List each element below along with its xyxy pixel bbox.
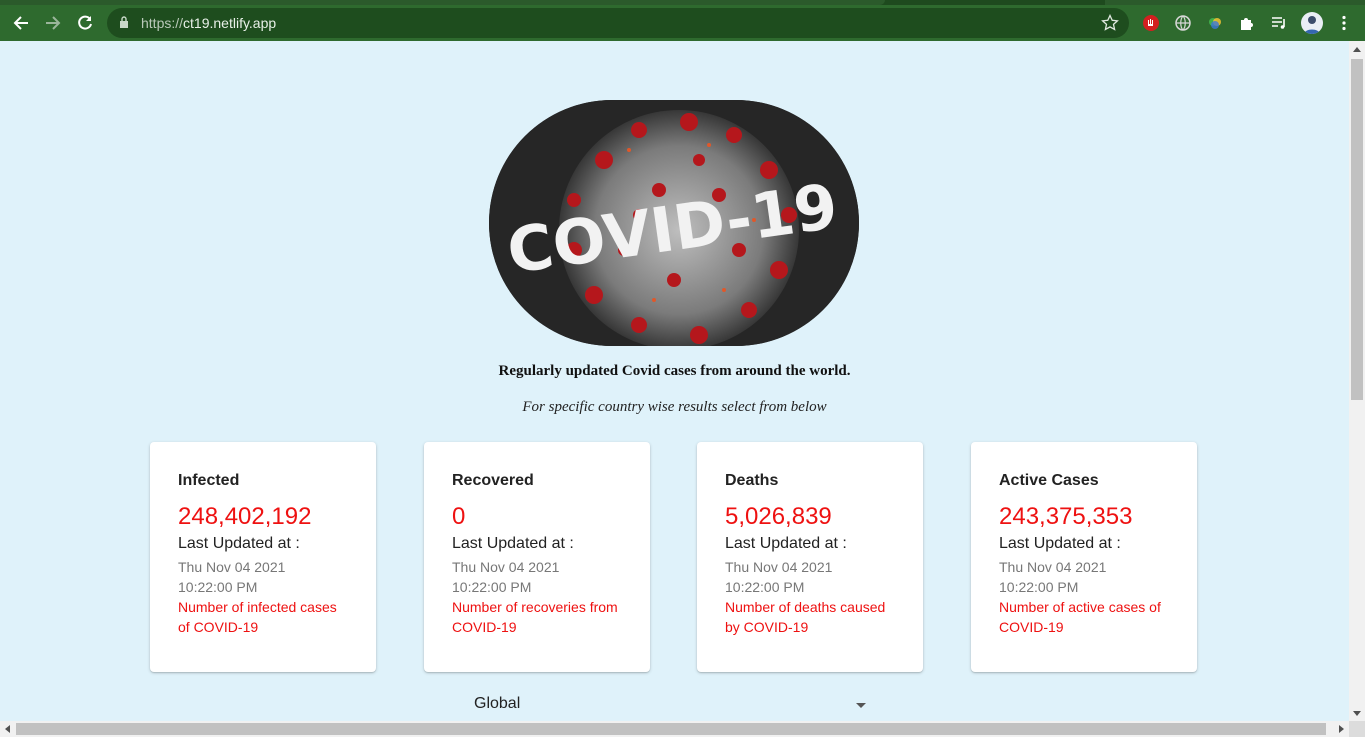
card-description: Number of infected cases of COVID-19 bbox=[178, 599, 337, 635]
scroll-up-arrow-icon[interactable] bbox=[1353, 47, 1361, 52]
card-updated-label: Last Updated at : bbox=[725, 535, 847, 552]
scroll-left-arrow-icon[interactable] bbox=[5, 725, 10, 733]
country-select[interactable]: Global bbox=[474, 690, 870, 720]
card-date: Thu Nov 04 2021 bbox=[178, 559, 286, 575]
reload-icon bbox=[78, 15, 92, 30]
covid-virus-illustration: COVID-19 bbox=[489, 100, 859, 346]
deaths-card: Deaths 5,026,839 Last Updated at : Thu N… bbox=[697, 442, 923, 672]
scroll-down-arrow-icon[interactable] bbox=[1353, 711, 1361, 716]
lock-icon bbox=[120, 16, 128, 28]
card-time: 10:22:00 PM bbox=[178, 579, 258, 595]
vertical-scroll-thumb[interactable] bbox=[1351, 59, 1363, 400]
card-value: 243,375,353 bbox=[999, 503, 1133, 530]
menu-kebab-icon[interactable] bbox=[1335, 14, 1353, 32]
address-bar[interactable]: https://ct19.netlify.app bbox=[107, 8, 1129, 38]
card-value: 5,026,839 bbox=[725, 503, 832, 530]
card-description: Number of recoveries from COVID-19 bbox=[452, 599, 618, 635]
card-value: 0 bbox=[452, 503, 466, 530]
active-cases-card: Active Cases 243,375,353 Last Updated at… bbox=[971, 442, 1197, 672]
card-time: 10:22:00 PM bbox=[452, 579, 532, 595]
card-updated-label: Last Updated at : bbox=[178, 535, 300, 552]
scroll-right-arrow-icon[interactable] bbox=[1339, 725, 1344, 733]
card-time: 10:22:00 PM bbox=[725, 579, 805, 595]
card-time: 10:22:00 PM bbox=[999, 579, 1079, 595]
dropdown-caret-icon bbox=[856, 703, 866, 708]
horizontal-scrollbar[interactable] bbox=[0, 721, 1349, 737]
url-scheme: https:// bbox=[141, 15, 184, 31]
card-date: Thu Nov 04 2021 bbox=[725, 559, 833, 575]
forward-button[interactable] bbox=[39, 9, 67, 37]
adblock-extension-icon[interactable] bbox=[1142, 14, 1160, 32]
page-subline: For specific country wise results select… bbox=[522, 399, 827, 415]
card-title: Deaths bbox=[725, 472, 779, 489]
covid-hero-image: COVID-19 bbox=[489, 100, 859, 346]
card-updated-label: Last Updated at : bbox=[999, 535, 1121, 552]
scrollbar-corner bbox=[1349, 721, 1365, 737]
card-date: Thu Nov 04 2021 bbox=[452, 559, 560, 575]
arrow-left-icon bbox=[13, 16, 28, 30]
puzzle-extensions-icon[interactable] bbox=[1238, 14, 1256, 32]
page-tagline: Regularly updated Covid cases from aroun… bbox=[498, 363, 851, 379]
url-text: https://ct19.netlify.app bbox=[141, 8, 276, 38]
card-description: Number of deaths caused by COVID-19 bbox=[725, 599, 886, 635]
globe-extension-icon[interactable] bbox=[1174, 14, 1192, 32]
card-title: Recovered bbox=[452, 472, 534, 489]
infected-card: Infected 248,402,192 Last Updated at : T… bbox=[150, 442, 376, 672]
user-avatar-icon bbox=[1304, 16, 1320, 34]
back-button[interactable] bbox=[7, 9, 35, 37]
vertical-scrollbar[interactable] bbox=[1349, 41, 1365, 722]
card-title: Active Cases bbox=[999, 472, 1099, 489]
recovered-card: Recovered 0 Last Updated at : Thu Nov 04… bbox=[424, 442, 650, 672]
profile-avatar[interactable] bbox=[1301, 12, 1323, 34]
card-date: Thu Nov 04 2021 bbox=[999, 559, 1107, 575]
card-updated-label: Last Updated at : bbox=[452, 535, 574, 552]
media-queue-icon[interactable] bbox=[1270, 14, 1288, 32]
card-description: Number of active cases of COVID-19 bbox=[999, 599, 1161, 635]
color-extension-icon[interactable] bbox=[1206, 14, 1224, 32]
reload-button[interactable] bbox=[71, 9, 99, 37]
card-title: Infected bbox=[178, 472, 240, 489]
browser-toolbar: https://ct19.netlify.app bbox=[0, 5, 1365, 41]
horizontal-scroll-thumb[interactable] bbox=[16, 723, 1326, 735]
country-select-value: Global bbox=[474, 695, 521, 712]
bookmark-star-icon[interactable] bbox=[1101, 14, 1119, 32]
arrow-right-icon bbox=[46, 16, 61, 30]
url-host: ct19.netlify.app bbox=[183, 15, 277, 31]
card-value: 248,402,192 bbox=[178, 503, 312, 530]
